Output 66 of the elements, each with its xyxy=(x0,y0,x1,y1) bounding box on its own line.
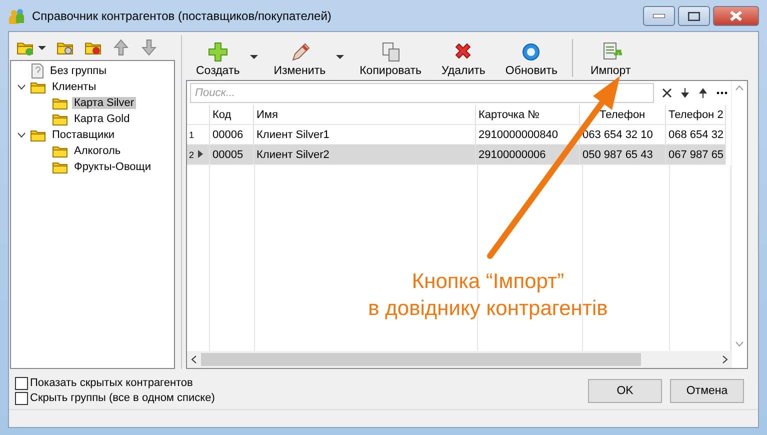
expand-chevron-icon[interactable] xyxy=(17,82,26,92)
close-icon xyxy=(729,11,743,21)
table-cell: Клиент Silver1 xyxy=(256,128,330,140)
row-number: 2 xyxy=(189,150,194,160)
maximize-button[interactable] xyxy=(678,6,710,26)
up-icon[interactable] xyxy=(112,39,130,56)
toolbar-button[interactable]: Создать xyxy=(186,41,250,77)
row-number: 1 xyxy=(189,130,194,140)
arrow-down-icon[interactable] xyxy=(680,88,690,98)
dropdown-caret-icon[interactable] xyxy=(336,55,344,59)
copy-icon xyxy=(380,41,402,63)
maximize-icon xyxy=(688,12,700,20)
current-row-icon xyxy=(198,150,204,158)
checkbox-label[interactable]: Показать скрытых контрагентов xyxy=(30,377,193,389)
table-cell: 29100000006 xyxy=(478,148,546,160)
dropdown-caret-icon[interactable] xyxy=(250,55,258,59)
scroll-left-icon[interactable] xyxy=(191,355,197,364)
tree-item[interactable]: Фрукты-Овощи xyxy=(72,161,153,173)
checkbox[interactable] xyxy=(15,376,28,390)
table-cell: 050 987 65 43 xyxy=(582,148,653,160)
table-cell: 00006 xyxy=(212,128,244,140)
toolbar-button[interactable]: Копировать xyxy=(350,41,432,77)
minimize-icon xyxy=(653,14,665,18)
close-button[interactable] xyxy=(713,6,759,26)
checkbox-label[interactable]: Скрыть группы (все в одном списке) xyxy=(30,392,215,404)
column-header[interactable]: Карточка № xyxy=(475,105,579,124)
refresh-icon xyxy=(520,41,542,63)
column-header[interactable]: Код xyxy=(209,105,253,124)
tree-item[interactable]: Алкоголь xyxy=(72,145,123,157)
scrollbar-thumb[interactable] xyxy=(201,353,641,366)
toolbar-button[interactable]: Импорт xyxy=(580,41,641,77)
table-cell: 068 654 32 xyxy=(668,128,724,140)
scroll-right-icon[interactable] xyxy=(722,355,728,364)
table-cell: 063 654 32 10 xyxy=(582,128,653,140)
tree-item[interactable]: Карта Silver xyxy=(72,97,136,109)
add-icon xyxy=(206,41,229,63)
table-row[interactable]: 2 00005 Клиент Silver2 29100000006 050 987 65 43 067 987 65 xyxy=(187,144,725,164)
minimize-button[interactable] xyxy=(643,6,675,26)
expand-chevron-icon[interactable] xyxy=(17,130,26,140)
tree-item[interactable]: Карта Gold xyxy=(72,113,132,125)
tree-item[interactable]: Без группы xyxy=(48,65,109,77)
toolbar-button[interactable]: Изменить xyxy=(264,41,336,77)
callout-text: Кнопка “Імпорт” в довіднику контрагентів xyxy=(367,269,609,322)
dialog-button[interactable]: OK xyxy=(588,378,662,402)
table-cell: Клиент Silver2 xyxy=(256,148,330,160)
clear-icon[interactable] xyxy=(662,88,672,98)
search-field[interactable]: Поиск... xyxy=(190,83,654,103)
scroll-up-icon[interactable] xyxy=(735,85,744,91)
column-header[interactable]: Телефон 2 xyxy=(665,105,725,124)
scroll-down-icon[interactable] xyxy=(735,341,744,347)
window-title: Справочник контрагентов (поставщиков/покупателей) xyxy=(32,8,332,22)
down-icon[interactable] xyxy=(140,39,158,56)
question-page-icon xyxy=(29,63,45,79)
tree-item[interactable]: Поставщики xyxy=(50,129,117,141)
dropdown-caret-icon[interactable] xyxy=(38,46,46,50)
table-cell: 00005 xyxy=(212,148,244,160)
people-icon xyxy=(8,6,26,24)
table-cell: 067 987 65 xyxy=(668,148,724,160)
toolbar-button[interactable]: Обновить xyxy=(495,41,568,77)
tree-item[interactable]: Клиенты xyxy=(50,81,98,93)
table-cell: 2910000000840 xyxy=(478,128,558,140)
dialog-button[interactable]: Отмена xyxy=(670,378,744,402)
checkbox[interactable] xyxy=(15,392,28,404)
arrow-up-icon[interactable] xyxy=(698,88,708,98)
toolbar-button[interactable]: Удалить xyxy=(432,41,496,77)
column-header[interactable]: Имя xyxy=(253,105,475,124)
